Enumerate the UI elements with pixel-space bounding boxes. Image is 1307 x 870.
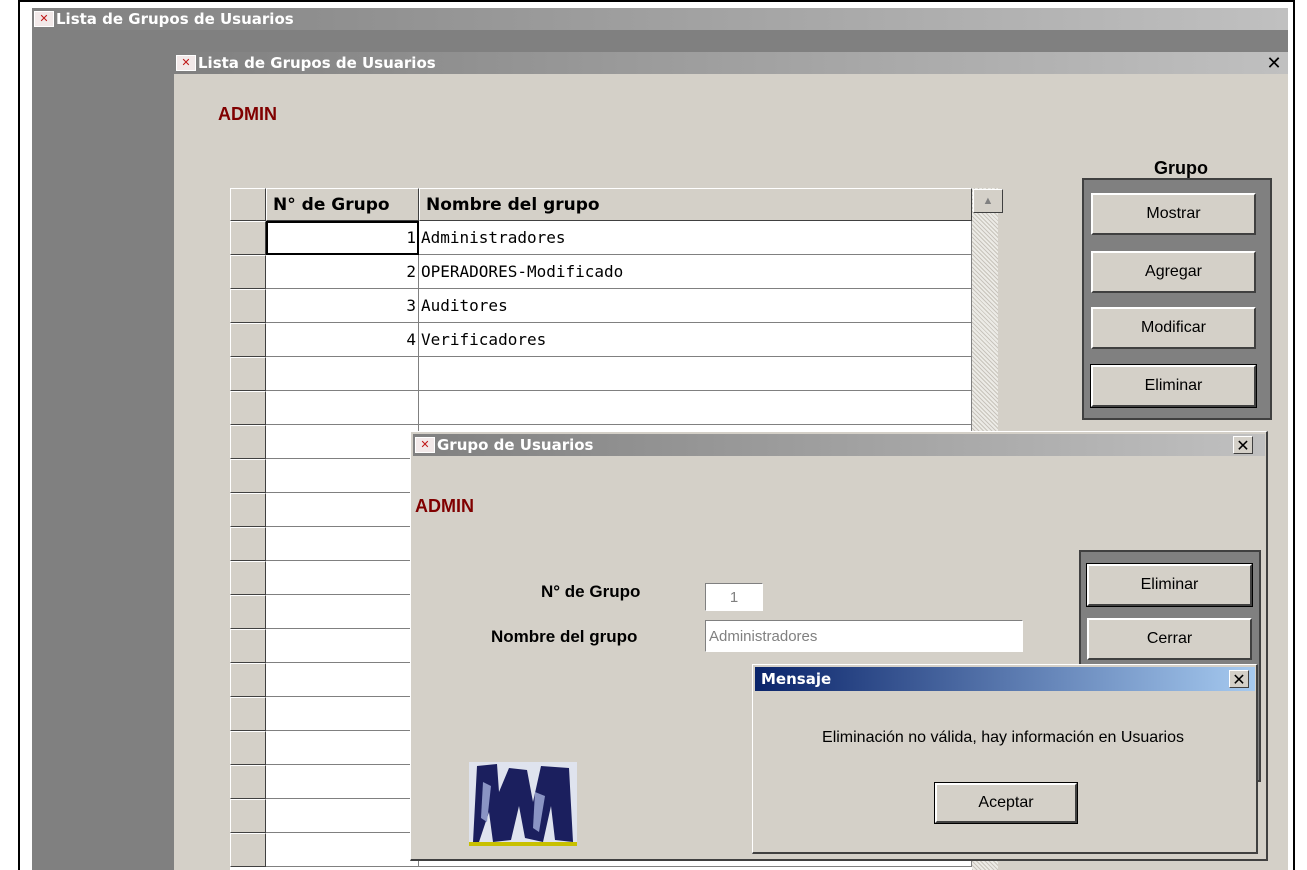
group-name-field[interactable]: Administradores	[705, 620, 1023, 652]
cell-group-number[interactable]	[266, 595, 419, 629]
cell-group-name[interactable]: Administradores	[419, 221, 972, 255]
ok-button[interactable]: Aceptar	[934, 782, 1078, 824]
column-header-group-name[interactable]: Nombre del grupo	[419, 188, 972, 221]
row-selector[interactable]	[230, 221, 266, 255]
cell-group-number[interactable]: 4	[266, 323, 419, 357]
group-name-label: Nombre del grupo	[491, 627, 638, 646]
row-selector[interactable]	[230, 595, 266, 629]
row-selector[interactable]	[230, 561, 266, 595]
cell-group-number[interactable]	[266, 459, 419, 493]
message-box: Mensaje ✕ Eliminación no válida, hay inf…	[752, 664, 1258, 854]
row-selector[interactable]	[230, 357, 266, 391]
row-selector[interactable]	[230, 697, 266, 731]
cell-group-name[interactable]: Verificadores	[419, 323, 972, 357]
cell-group-number[interactable]	[266, 357, 419, 391]
dialog-delete-button[interactable]: Eliminar	[1086, 563, 1253, 607]
cell-group-number[interactable]	[266, 731, 419, 765]
cell-group-number[interactable]	[266, 799, 419, 833]
cell-group-name[interactable]	[419, 391, 972, 425]
cell-group-number[interactable]: 1	[266, 221, 419, 255]
row-selector[interactable]	[230, 391, 266, 425]
outer-frame-left	[18, 0, 20, 870]
message-box-title: Mensaje	[761, 670, 832, 688]
group-number-label: N° de Grupo	[541, 582, 641, 601]
message-text: Eliminación no válida, hay información e…	[822, 729, 1184, 746]
cell-group-number[interactable]	[266, 425, 419, 459]
message-box-titlebar[interactable]: Mensaje	[755, 667, 1255, 691]
outer-frame-top	[18, 0, 1295, 2]
show-button[interactable]: Mostrar	[1091, 193, 1256, 235]
scroll-up-button[interactable]: ▲	[973, 189, 1003, 213]
row-selector[interactable]	[230, 663, 266, 697]
cell-group-number[interactable]	[266, 527, 419, 561]
row-selector[interactable]	[230, 731, 266, 765]
list-window-user-label: ADMIN	[218, 104, 277, 124]
main-window-titlebar[interactable]: ✕ Lista de Grupos de Usuarios	[32, 8, 1288, 30]
cell-group-number[interactable]: 2	[266, 255, 419, 289]
cell-group-number[interactable]	[266, 765, 419, 799]
ecom-logo-graphic	[469, 762, 577, 846]
list-window-titlebar[interactable]: ✕ Lista de Grupos de Usuarios	[174, 52, 1288, 74]
cell-group-name[interactable]	[419, 357, 972, 391]
row-selector[interactable]	[230, 493, 266, 527]
app-icon: ✕	[34, 11, 54, 27]
group-number-value: 1	[729, 588, 739, 606]
cell-group-number[interactable]	[266, 833, 419, 867]
delete-button[interactable]: Eliminar	[1090, 364, 1257, 408]
row-selector[interactable]	[230, 255, 266, 289]
message-box-close-button[interactable]: ✕	[1229, 670, 1249, 688]
cell-group-number[interactable]: 3	[266, 289, 419, 323]
cell-group-number[interactable]	[266, 629, 419, 663]
ecom-logo	[469, 762, 577, 846]
row-selector[interactable]	[230, 425, 266, 459]
row-selector[interactable]	[230, 833, 266, 867]
outer-frame-right	[1293, 0, 1295, 870]
modify-button[interactable]: Modificar	[1091, 307, 1256, 349]
grid-corner	[230, 188, 266, 221]
row-selector[interactable]	[230, 527, 266, 561]
row-selector[interactable]	[230, 459, 266, 493]
dialog-close-button[interactable]: Cerrar	[1087, 618, 1252, 660]
list-window-title: Lista de Grupos de Usuarios	[198, 54, 436, 72]
cell-group-number[interactable]	[266, 663, 419, 697]
cell-group-name[interactable]: Auditores	[419, 289, 972, 323]
group-dialog-titlebar[interactable]: ✕ Grupo de Usuarios	[413, 434, 1265, 456]
row-selector[interactable]	[230, 799, 266, 833]
group-dialog-title: Grupo de Usuarios	[437, 436, 594, 454]
group-box-title: Grupo	[1154, 158, 1208, 178]
row-selector[interactable]	[230, 629, 266, 663]
cell-group-number[interactable]	[266, 391, 419, 425]
group-name-value: Administradores	[709, 627, 818, 645]
add-button[interactable]: Agregar	[1091, 251, 1256, 293]
cell-group-number[interactable]	[266, 561, 419, 595]
main-window-title: Lista de Grupos de Usuarios	[56, 10, 294, 28]
group-dialog-close-button[interactable]: ✕	[1233, 436, 1253, 454]
column-header-group-number[interactable]: N° de Grupo	[266, 188, 419, 221]
app-icon: ✕	[415, 437, 435, 453]
row-selector[interactable]	[230, 289, 266, 323]
scroll-up-arrow-icon: ▲	[982, 195, 994, 207]
row-selector[interactable]	[230, 323, 266, 357]
cell-group-name[interactable]: OPERADORES-Modificado	[419, 255, 972, 289]
group-number-field[interactable]: 1	[705, 583, 763, 611]
list-window-close-button[interactable]: ✕	[1264, 55, 1284, 73]
row-selector[interactable]	[230, 765, 266, 799]
cell-group-number[interactable]	[266, 493, 419, 527]
group-dialog-user-label: ADMIN	[415, 496, 474, 516]
cell-group-number[interactable]	[266, 697, 419, 731]
app-icon: ✕	[176, 55, 196, 71]
